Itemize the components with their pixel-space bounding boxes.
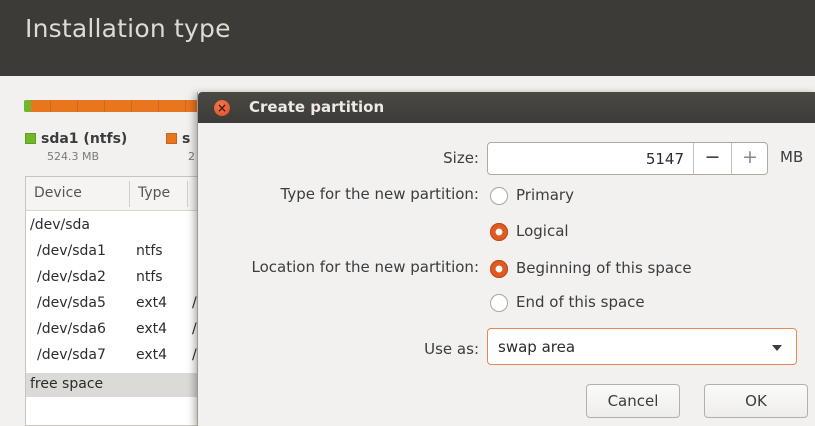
ok-button[interactable]: OK	[704, 384, 808, 418]
partition-location-label: Location for the new partition:	[251, 258, 479, 276]
row-device: /dev/sda2	[37, 269, 106, 285]
legend-item-sda2: s	[166, 131, 190, 147]
row-device: /dev/sda1	[37, 243, 106, 259]
column-separator	[187, 181, 188, 207]
decrease-size-button[interactable]: −	[693, 143, 731, 174]
disk-usage-segment-sda1	[24, 100, 31, 112]
row-mount: /	[192, 321, 197, 337]
row-type: ext4	[136, 347, 168, 363]
table-row[interactable]: /dev/sda7 ext4 /	[26, 344, 201, 368]
row-type: ntfs	[136, 269, 163, 285]
row-device: /dev/sda7	[37, 347, 106, 363]
cancel-button[interactable]: Cancel	[586, 384, 680, 418]
use-as-label: Use as:	[424, 340, 479, 358]
size-label: Size:	[443, 149, 479, 167]
row-type: ntfs	[136, 243, 163, 259]
table-row[interactable]: /dev/sda5 ext4 /	[26, 292, 201, 316]
radio-label: End of this space	[516, 293, 645, 311]
size-spinbutton[interactable]: 5147 − +	[487, 142, 768, 175]
dialog-title: Create partition	[249, 98, 385, 116]
column-header-type[interactable]: Type	[138, 185, 170, 201]
row-mount: /	[192, 347, 197, 363]
partition-table[interactable]: Device Type /dev/sda /dev/sda1 ntfs /dev…	[25, 176, 201, 426]
disk-usage-bar	[24, 100, 204, 112]
table-row[interactable]: /dev/sda2 ntfs	[26, 266, 201, 290]
page-title: Installation type	[25, 14, 231, 43]
row-device: /dev/sda5	[37, 295, 106, 311]
legend-swatch-icon	[25, 133, 36, 144]
legend-size: 524.3 MB	[47, 150, 100, 163]
increase-size-button[interactable]: +	[731, 143, 768, 174]
partition-table-header: Device Type	[26, 177, 201, 211]
table-row[interactable]: /dev/sda	[26, 214, 201, 238]
column-separator	[129, 181, 130, 207]
row-mount: /	[192, 295, 197, 311]
row-type: ext4	[136, 295, 168, 311]
use-as-select[interactable]: swap area	[487, 328, 797, 365]
partition-type-label: Type for the new partition:	[280, 185, 480, 203]
legend-label: sda1 (ntfs)	[41, 131, 128, 147]
installer-header: Installation type	[0, 0, 815, 76]
row-device: /dev/sda	[30, 217, 90, 233]
size-unit: MB	[780, 148, 804, 166]
legend-size: 2	[188, 150, 195, 163]
use-as-value: swap area	[498, 338, 576, 356]
column-header-device[interactable]: Device	[34, 185, 82, 201]
create-partition-dialog: × Create partition Size: 5147 − + MB Typ…	[197, 92, 815, 426]
radio-label: Beginning of this space	[516, 259, 692, 277]
radio-checked-icon	[490, 260, 508, 278]
size-input[interactable]: 5147	[498, 150, 684, 168]
dialog-titlebar[interactable]: × Create partition	[198, 92, 815, 123]
radio-unchecked-icon	[490, 294, 508, 312]
row-type: ext4	[136, 321, 168, 337]
radio-label: Logical	[516, 222, 569, 240]
row-device: free space	[30, 376, 104, 392]
radio-label: Primary	[516, 186, 574, 204]
table-row[interactable]: /dev/sda1 ntfs	[26, 240, 201, 264]
row-device: /dev/sda6	[37, 321, 106, 337]
table-row-free-space[interactable]: free space	[26, 373, 201, 397]
radio-unchecked-icon	[490, 187, 508, 205]
close-icon[interactable]: ×	[214, 100, 230, 116]
radio-checked-icon	[490, 223, 508, 241]
table-row[interactable]: /dev/sda6 ext4 /	[26, 318, 201, 342]
legend-swatch-icon	[166, 133, 177, 144]
chevron-down-icon	[772, 345, 782, 351]
legend-label: s	[182, 131, 191, 147]
legend-item-sda1: sda1 (ntfs)	[25, 131, 127, 147]
